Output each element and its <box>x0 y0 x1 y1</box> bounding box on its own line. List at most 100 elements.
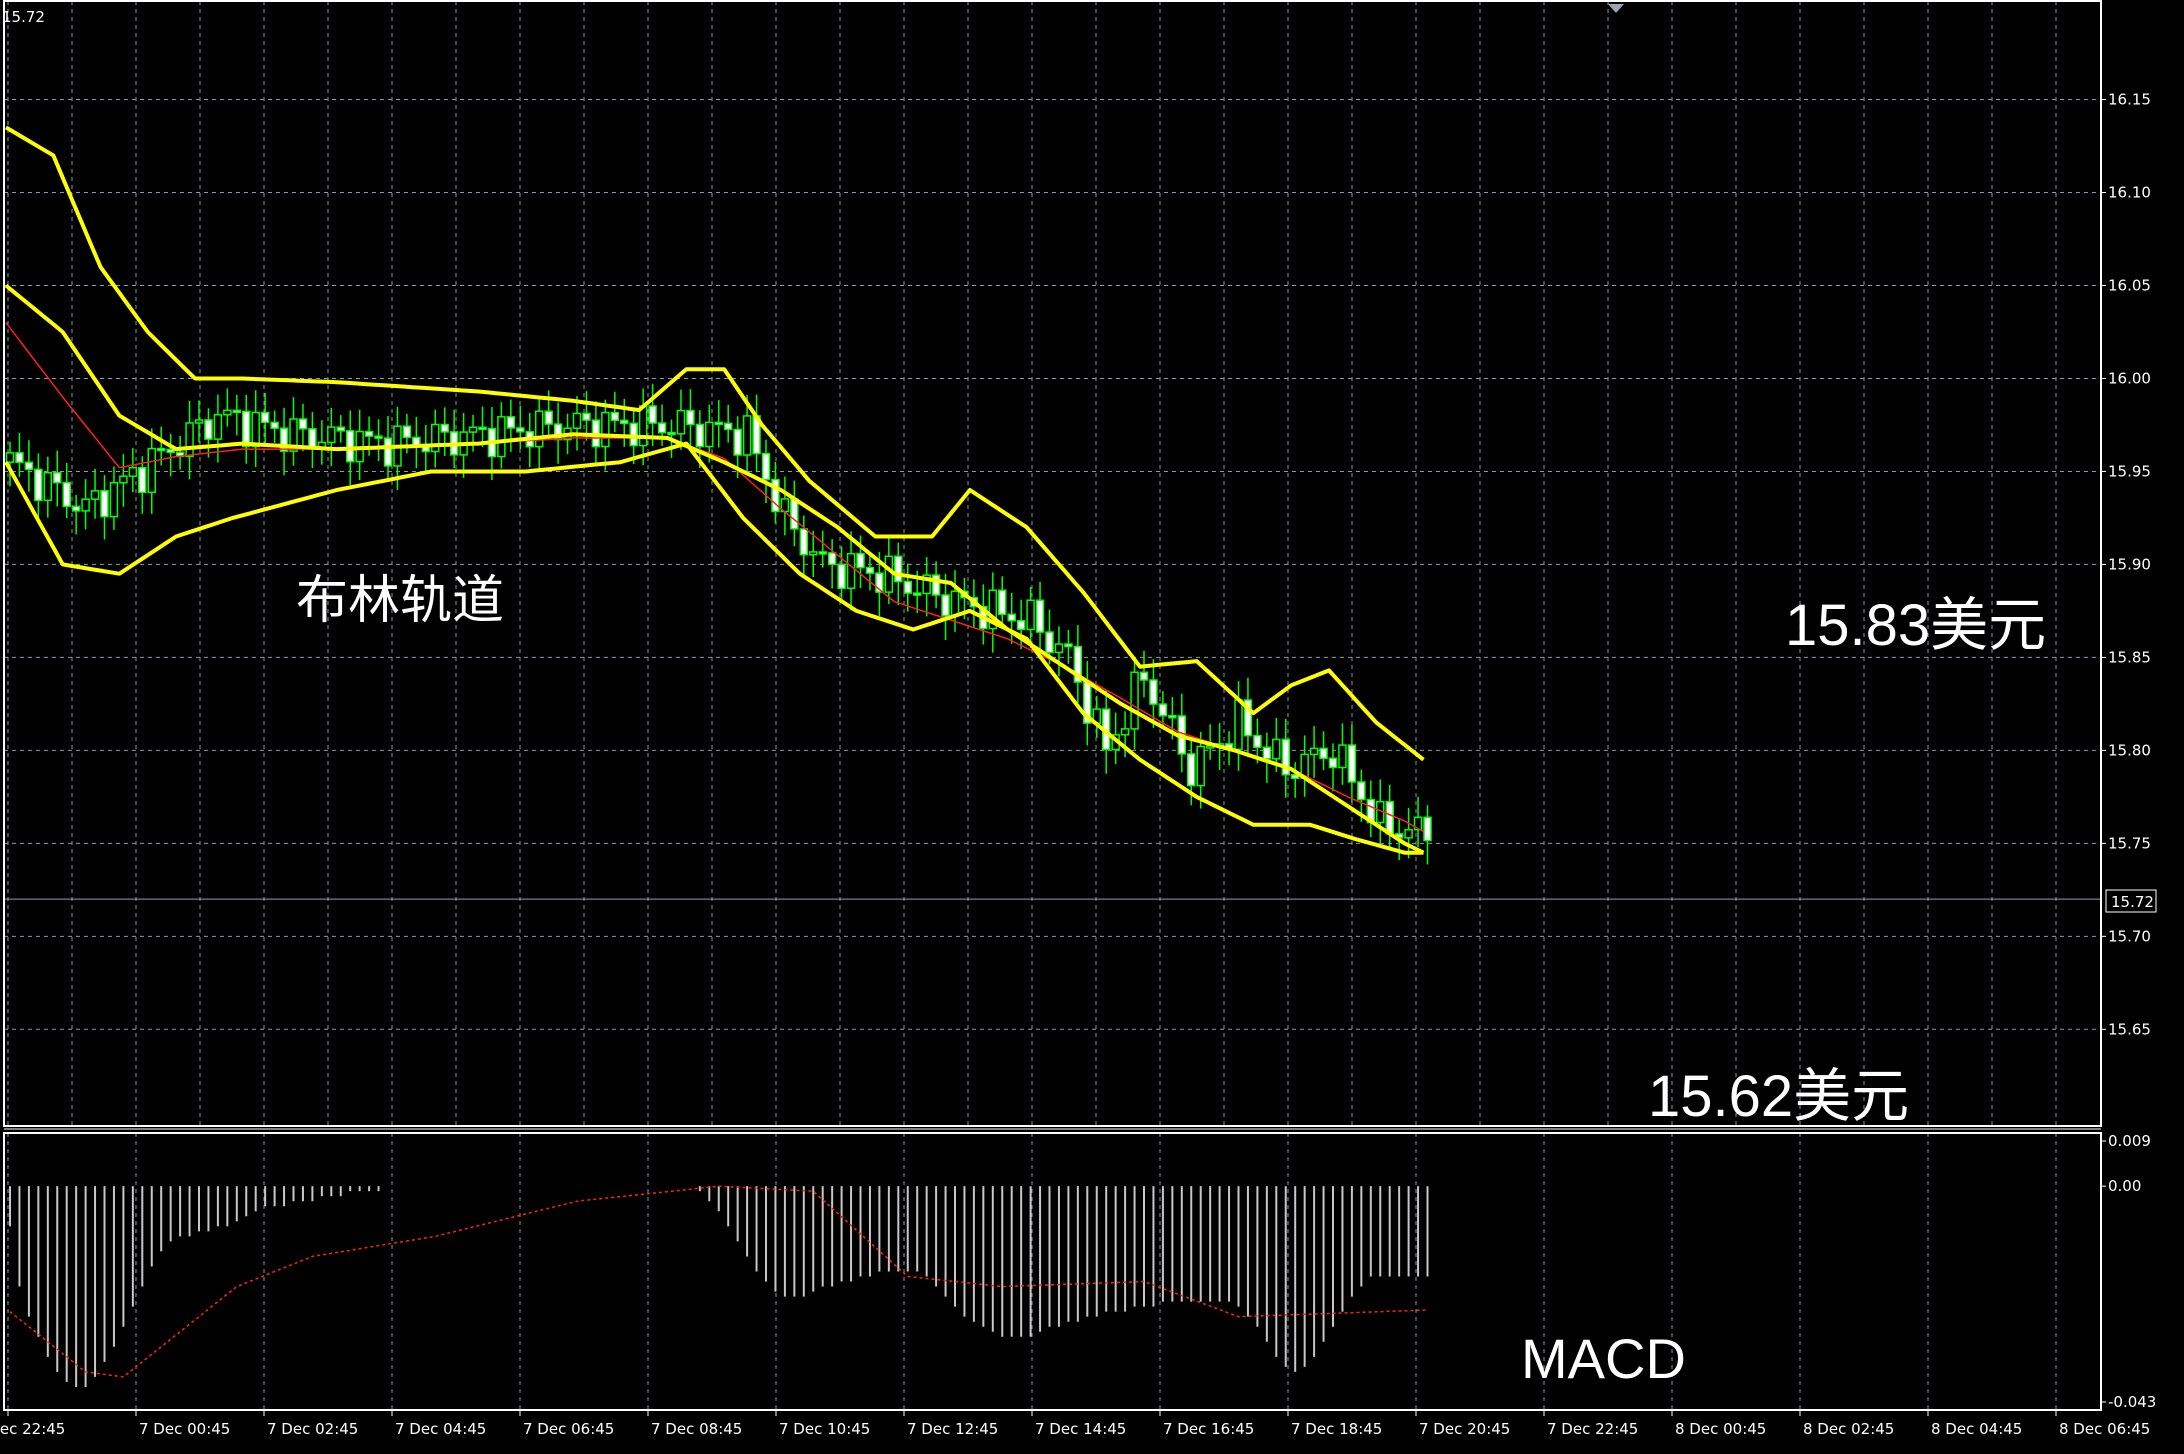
candle-body <box>931 574 941 596</box>
candle-body <box>194 419 204 424</box>
candle-body <box>497 416 506 458</box>
candle-body <box>1158 703 1168 717</box>
macd-tick-label: 0.009 <box>2108 1132 2151 1150</box>
candle-body <box>90 490 100 500</box>
candle-body <box>620 419 629 425</box>
candle-body <box>62 481 71 508</box>
candle-body <box>827 552 837 566</box>
candle-body <box>1196 745 1205 787</box>
chart-window: 15.72 15.72 16.15 16.10 16.05 16.00 15.95 15.… <box>0 0 2184 1454</box>
price-tick-label: 15.90 <box>2108 555 2151 573</box>
candle-body <box>81 498 90 512</box>
candle-body <box>336 426 345 432</box>
candle-body <box>128 467 138 477</box>
candle-body <box>223 409 232 416</box>
candle-body <box>468 426 478 433</box>
time-tick-label: 7 Dec 22:45 <box>0 1420 65 1438</box>
candle-body <box>308 428 317 449</box>
candle-body <box>204 419 213 440</box>
candle-body <box>1347 744 1357 783</box>
price-tick-label: 15.65 <box>2108 1020 2151 1038</box>
candle-body <box>903 580 912 594</box>
bollinger-annotation: 布林轨道 <box>296 572 504 630</box>
candle-body <box>582 412 591 421</box>
time-tick-label: 7 Dec 22:45 <box>1547 1420 1638 1438</box>
candle-body <box>856 552 865 569</box>
candle-body <box>894 555 903 583</box>
candle-body <box>71 505 81 512</box>
candle-body <box>138 467 147 494</box>
time-tick-label: 7 Dec 10:45 <box>779 1420 870 1438</box>
macd-tick-label: -0.043 <box>2108 1393 2156 1411</box>
candle-body <box>1272 738 1281 760</box>
candle-body <box>1357 781 1366 801</box>
candle-body <box>1328 757 1338 769</box>
candle-body <box>686 409 695 426</box>
candle-body <box>544 410 553 425</box>
time-tick-label: 7 Dec 20:45 <box>1419 1420 1510 1438</box>
candle-body <box>1026 599 1035 631</box>
candle-body <box>761 452 771 481</box>
price-tick-label: 15.85 <box>2108 648 2151 666</box>
candle-body <box>884 555 894 593</box>
candle-body <box>534 410 544 448</box>
candle-body <box>1309 747 1319 756</box>
candle-body <box>667 431 676 436</box>
candle-body <box>1045 631 1054 654</box>
candle-body <box>865 566 875 574</box>
candle-body <box>723 422 733 431</box>
candle-body <box>147 447 156 494</box>
candle-body <box>733 428 742 456</box>
candle-body <box>601 411 610 448</box>
candle-body <box>1262 746 1272 760</box>
macd-annotation: MACD <box>1521 1327 1686 1390</box>
candle-body <box>572 412 582 429</box>
candle-body <box>1404 828 1413 839</box>
candle-body <box>950 590 960 617</box>
candle-body <box>818 551 827 555</box>
candle-body <box>260 411 270 424</box>
time-tick-label: 7 Dec 06:45 <box>523 1420 614 1438</box>
candle-body <box>242 410 251 448</box>
upper-price-annotation: 15.83美元 <box>1785 593 2046 658</box>
candle-body <box>657 422 667 434</box>
candle-body <box>1149 679 1158 705</box>
candle-body <box>402 425 412 439</box>
candle-body <box>676 409 686 435</box>
candle-body <box>1130 671 1139 730</box>
candle-body <box>345 430 355 463</box>
candle-body <box>809 551 818 556</box>
candle-body <box>1253 734 1262 749</box>
candle-body <box>1064 643 1073 648</box>
candle-body <box>213 414 223 440</box>
candle-body <box>440 423 449 433</box>
candle-body <box>185 422 194 458</box>
candle-body <box>1338 744 1347 769</box>
candle-body <box>941 594 950 617</box>
candle-body <box>156 447 166 452</box>
candle-body <box>1139 671 1149 681</box>
candle-body <box>109 481 119 518</box>
candle-body <box>1187 753 1196 787</box>
candle-body <box>610 411 620 422</box>
time-tick-label: 8 Dec 06:45 <box>2059 1420 2150 1438</box>
candle-body <box>24 461 34 471</box>
candle-body <box>53 472 62 484</box>
candle-body <box>705 421 714 448</box>
time-tick-label: 8 Dec 04:45 <box>1931 1420 2022 1438</box>
price-tick-label: 16.10 <box>2108 184 2151 202</box>
candle-body <box>166 448 175 454</box>
price-tick-label: 15.80 <box>2108 741 2151 759</box>
candle-body <box>34 468 43 502</box>
candle-body <box>506 416 516 429</box>
candle-body <box>638 405 648 447</box>
time-tick-label: 8 Dec 00:45 <box>1675 1420 1766 1438</box>
time-tick-label: 7 Dec 16:45 <box>1163 1420 1254 1438</box>
candle-body <box>100 490 109 518</box>
time-tick-label: 7 Dec 00:45 <box>139 1420 230 1438</box>
candle-body <box>714 421 723 426</box>
candle-body <box>5 452 15 463</box>
time-tick-label: 7 Dec 02:45 <box>267 1420 358 1438</box>
candle-body <box>1035 599 1045 633</box>
candle-body <box>742 415 752 456</box>
